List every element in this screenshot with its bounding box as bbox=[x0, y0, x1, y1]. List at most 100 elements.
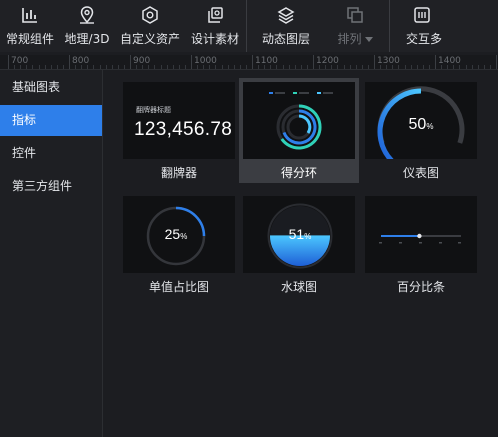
sidebar-item-label: 指标 bbox=[12, 113, 37, 127]
ruler-minor-tick bbox=[422, 65, 424, 69]
horizontal-ruler: 700800900100011001200130014001500 bbox=[0, 55, 498, 70]
ruler-minor-tick bbox=[117, 65, 119, 69]
ruler-minor-tick bbox=[197, 65, 199, 69]
ruler-minor-tick bbox=[380, 65, 382, 69]
ruler-minor-tick bbox=[465, 65, 467, 69]
ruler-minor-tick bbox=[361, 65, 363, 69]
toolbar-custom-assets[interactable]: 自定义资产 bbox=[114, 0, 186, 52]
material-icon bbox=[205, 5, 225, 25]
widget-card-single-value-ratio[interactable]: 25% 单值占比图 bbox=[119, 192, 239, 297]
legend-text-placeholder bbox=[299, 92, 309, 94]
widget-preview: 翻牌器标题 123,456.78 bbox=[123, 82, 235, 159]
sidebar-item-label: 第三方组件 bbox=[12, 179, 73, 193]
ruler-minor-tick bbox=[160, 65, 162, 69]
widget-card-flip-counter[interactable]: 翻牌器标题 123,456.78 翻牌器 bbox=[119, 78, 239, 183]
toolbar-arrange-dropdown[interactable]: 排列 bbox=[323, 0, 387, 52]
widget-preview: 51% bbox=[243, 196, 355, 273]
percent-bar-knob bbox=[417, 233, 422, 239]
ruler-minor-tick bbox=[26, 65, 28, 69]
ruler-minor-tick bbox=[441, 65, 443, 69]
ruler-minor-tick bbox=[203, 65, 205, 69]
ruler-major-tick bbox=[313, 55, 314, 69]
toolbar-item-label: 动态图层 bbox=[261, 32, 310, 46]
ruler-major-tick bbox=[8, 55, 9, 69]
ruler-minor-tick bbox=[81, 65, 83, 69]
widget-label: 翻牌器 bbox=[160, 166, 197, 180]
sidebar-item-indicators[interactable]: 指标 bbox=[0, 105, 102, 136]
percent-bar-fill bbox=[381, 235, 420, 237]
widget-label: 得分环 bbox=[280, 166, 317, 180]
ruler-minor-tick bbox=[398, 65, 400, 69]
sidebar-item-controls[interactable]: 控件 bbox=[0, 138, 102, 169]
ruler-minor-tick bbox=[38, 65, 40, 69]
liquid-value-unit: % bbox=[304, 232, 312, 241]
toolbar-item-label: 设计素材 bbox=[190, 32, 239, 46]
toolbar-item-label: 自定义资产 bbox=[119, 32, 180, 46]
widget-card-liquid-fill[interactable]: 51% 水球图 bbox=[239, 192, 359, 297]
toolbar-item-label: 交互多 bbox=[406, 32, 443, 46]
widget-grid: 翻牌器标题 123,456.78 翻牌器 得分环 50% 仪表图 25% 单值占… bbox=[103, 70, 498, 437]
legend-swatch bbox=[293, 92, 297, 94]
ruler-minor-tick bbox=[410, 65, 412, 69]
ruler-minor-tick bbox=[20, 65, 22, 69]
component-toolbar: 常规组件 地理/3D 自定义资产 设计素材 动态图层 排列 交互多 bbox=[0, 0, 498, 52]
percent-bar-tick bbox=[439, 242, 442, 244]
legend-swatch bbox=[317, 92, 321, 94]
ruler-minor-tick bbox=[428, 65, 430, 69]
ruler-minor-tick bbox=[172, 65, 174, 69]
toolbar-interaction[interactable]: 交互多 bbox=[392, 0, 452, 52]
toolbar-item-label: 排列 bbox=[337, 32, 362, 46]
bar-chart-icon bbox=[20, 5, 40, 25]
ratio-value: 25% bbox=[123, 226, 229, 242]
ruler-minor-tick bbox=[477, 65, 479, 69]
ruler-minor-tick bbox=[459, 65, 461, 69]
preview-title: 翻牌器标题 bbox=[136, 106, 171, 114]
gauge-value-unit: % bbox=[426, 122, 434, 131]
toolbar-basic-components[interactable]: 常规组件 bbox=[0, 0, 60, 52]
ruler-minor-tick bbox=[209, 65, 211, 69]
toolbar-item-label: 地理/3D bbox=[64, 32, 110, 46]
toolbar-divider bbox=[389, 0, 390, 52]
widget-label: 单值占比图 bbox=[148, 280, 209, 294]
score-ring-preview bbox=[269, 92, 333, 150]
ruler-minor-tick bbox=[99, 65, 101, 69]
widget-card-gauge[interactable]: 50% 仪表图 bbox=[361, 78, 481, 183]
arrange-icon bbox=[345, 5, 365, 25]
hexagon-icon bbox=[140, 5, 160, 25]
sidebar-item-basic-charts[interactable]: 基础图表 bbox=[0, 72, 102, 103]
toolbar-divider bbox=[246, 0, 247, 52]
ruler-minor-tick bbox=[75, 65, 77, 69]
toolbar-design-materials[interactable]: 设计素材 bbox=[186, 0, 244, 52]
ruler-major-tick bbox=[496, 55, 497, 69]
ruler-minor-tick bbox=[148, 65, 150, 69]
ruler-minor-tick bbox=[453, 65, 455, 69]
widget-label: 百分比条 bbox=[396, 280, 445, 294]
ruler-minor-tick bbox=[142, 65, 144, 69]
ruler-minor-tick bbox=[245, 65, 247, 69]
preview-value: 123,456.78 bbox=[134, 119, 233, 140]
widget-preview: 25% bbox=[123, 196, 235, 273]
toolbar-dynamic-layers[interactable]: 动态图层 bbox=[249, 0, 323, 52]
toolbar-geo-3d[interactable]: 地理/3D bbox=[60, 0, 114, 52]
widget-card-percentage-bar[interactable]: 百分比条 bbox=[361, 192, 481, 297]
sidebar-item-third-party[interactable]: 第三方组件 bbox=[0, 171, 102, 202]
ruler-minor-tick bbox=[136, 65, 138, 69]
legend-text-placeholder bbox=[323, 92, 333, 94]
ruler-minor-tick bbox=[123, 65, 125, 69]
widget-card-score-ring[interactable]: 得分环 bbox=[239, 78, 359, 183]
ruler-minor-tick bbox=[337, 65, 339, 69]
ruler-minor-tick bbox=[392, 65, 394, 69]
ruler-minor-tick bbox=[349, 65, 351, 69]
ruler-minor-tick bbox=[233, 65, 235, 69]
ruler-minor-tick bbox=[111, 65, 113, 69]
layers-icon bbox=[276, 5, 296, 25]
ruler-minor-tick bbox=[32, 65, 34, 69]
ruler-major-tick bbox=[435, 55, 436, 69]
ruler-minor-tick bbox=[386, 65, 388, 69]
ruler-minor-tick bbox=[367, 65, 369, 69]
ruler-minor-tick bbox=[300, 65, 302, 69]
ruler-minor-tick bbox=[105, 65, 107, 69]
ruler-minor-tick bbox=[471, 65, 473, 69]
ruler-minor-tick bbox=[44, 65, 46, 69]
ruler-minor-tick bbox=[282, 65, 284, 69]
